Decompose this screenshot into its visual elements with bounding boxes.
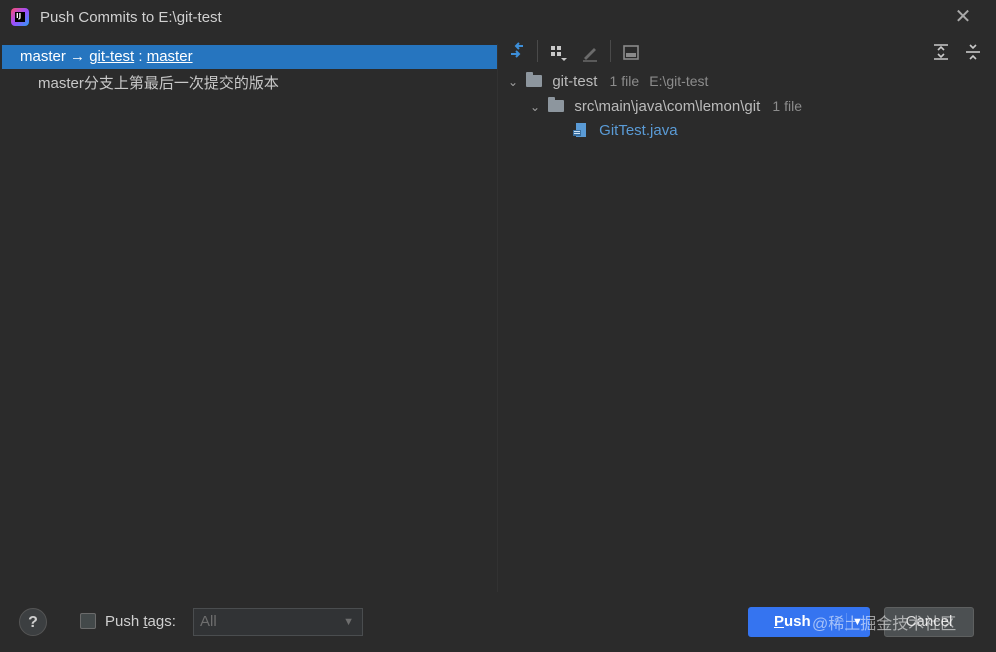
push-button[interactable]: Push ▼ xyxy=(748,607,870,637)
tree-node-file[interactable]: GitTest.java xyxy=(573,120,678,142)
branch-push-row[interactable]: master → git-test : master xyxy=(2,45,497,69)
edit-icon[interactable] xyxy=(580,42,600,62)
tree-node-repository[interactable]: ⌄ git-test 1 file E:\git-test xyxy=(508,70,708,92)
intellij-idea-icon: IJ xyxy=(11,8,29,26)
toolbar-separator xyxy=(537,40,538,62)
chevron-down-icon: ▼ xyxy=(343,616,354,628)
push-rest: ush xyxy=(784,613,811,630)
file-name: GitTest.java xyxy=(599,122,678,139)
toolbar-separator xyxy=(610,40,611,62)
push-button-label: Push xyxy=(774,607,811,637)
folder-path: src\main\java\com\lemon\git xyxy=(574,98,761,115)
remote-link[interactable]: git-test xyxy=(89,48,134,65)
target-branch-link[interactable]: master xyxy=(147,48,193,65)
help-button[interactable]: ? xyxy=(19,608,47,636)
push-tags-checkbox[interactable] xyxy=(80,613,96,629)
push-tags-prefix: Push xyxy=(105,613,144,630)
diff-icon[interactable] xyxy=(507,42,527,62)
changes-toolbar xyxy=(500,38,994,66)
push-tags-suffix: ags: xyxy=(147,613,176,630)
close-icon[interactable]: ✕ xyxy=(952,6,974,28)
tree-node-folder[interactable]: ⌄ src\main\java\com\lemon\git 1 file xyxy=(530,95,802,117)
arrow-icon: → xyxy=(70,48,86,65)
java-file-icon xyxy=(573,123,586,137)
folder-icon xyxy=(548,97,565,112)
tags-select-value: All xyxy=(200,613,217,630)
window-title: Push Commits to E:\git-test xyxy=(40,9,222,26)
group-by-icon[interactable] xyxy=(548,42,568,62)
chevron-down-icon[interactable]: ⌄ xyxy=(530,96,544,118)
push-dropdown-icon[interactable]: ▼ xyxy=(852,607,863,637)
push-mnemonic: P xyxy=(774,613,785,630)
commits-pane: master → git-test : master master分支上第最后一… xyxy=(2,44,498,592)
branch-separator: : xyxy=(138,48,143,65)
push-tags-label[interactable]: Push tags: xyxy=(105,613,176,630)
chevron-down-icon[interactable]: ⌄ xyxy=(508,71,522,93)
repository-path: E:\git-test xyxy=(649,73,709,89)
repository-name: git-test xyxy=(552,73,598,90)
collapse-all-icon[interactable] xyxy=(963,42,983,62)
push-button-divider xyxy=(846,613,847,631)
expand-all-icon[interactable] xyxy=(931,42,951,62)
preview-icon[interactable] xyxy=(621,42,641,62)
repository-folder-icon xyxy=(526,72,543,87)
tags-select[interactable]: All ▼ xyxy=(193,608,363,636)
repository-file-count: 1 file xyxy=(609,73,640,89)
commit-message[interactable]: master分支上第最后一次提交的版本 xyxy=(38,72,279,93)
local-branch: master xyxy=(20,48,66,65)
cancel-button[interactable]: Cancel xyxy=(884,607,974,637)
dialog-footer: ? Push tags: All ▼ Push ▼ Cancel @稀土掘金技术… xyxy=(0,600,996,652)
title-bar: IJ Push Commits to E:\git-test ✕ xyxy=(0,0,996,36)
folder-file-count: 1 file xyxy=(772,98,802,114)
